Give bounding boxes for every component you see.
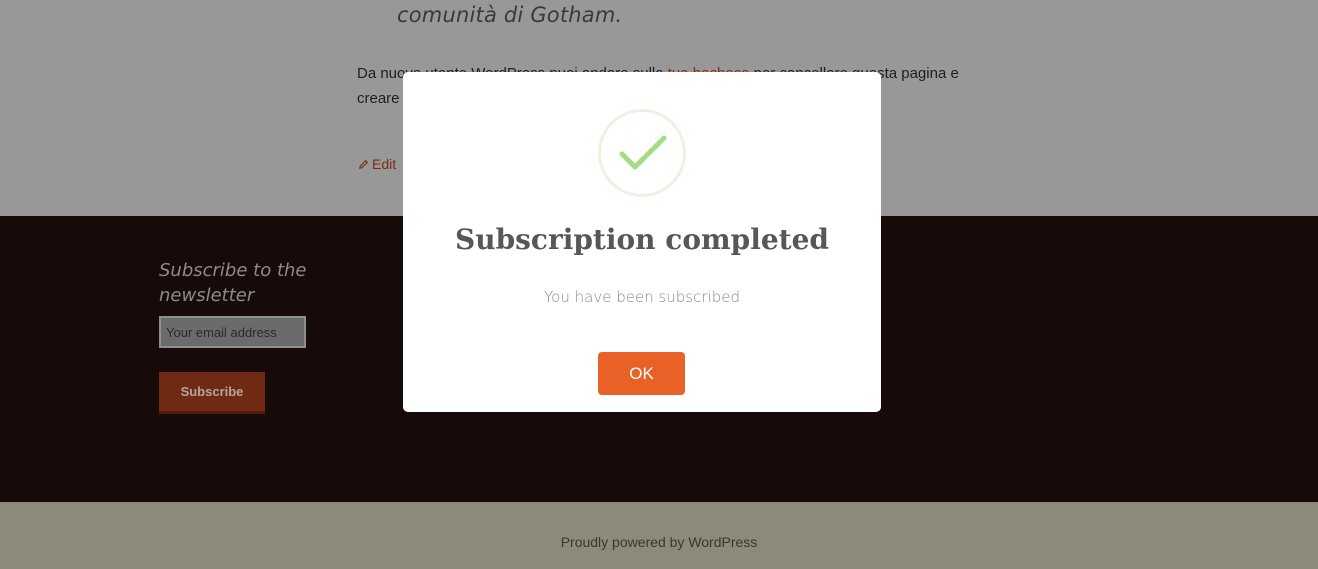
newsletter-widget-title: Subscribe to the newsletter [159, 260, 307, 306]
email-input[interactable] [159, 316, 306, 348]
quote-line: comunità di Gotham. [397, 3, 623, 27]
powered-by-link[interactable]: Proudly powered by WordPress [0, 534, 1318, 550]
success-check-icon [598, 109, 686, 197]
subscribe-button[interactable]: Subscribe [159, 372, 265, 414]
ok-button[interactable]: OK [598, 352, 685, 395]
modal-title: Subscription completed [455, 223, 829, 256]
subscription-modal: Subscription completed You have been sub… [403, 72, 881, 412]
check-icon [619, 135, 667, 170]
site-footer: Proudly powered by WordPress [0, 502, 1318, 569]
edit-link[interactable]: Edit [358, 156, 396, 172]
edit-label: Edit [372, 156, 397, 172]
pencil-icon [359, 159, 369, 169]
modal-message: You have been subscribed [544, 288, 740, 306]
